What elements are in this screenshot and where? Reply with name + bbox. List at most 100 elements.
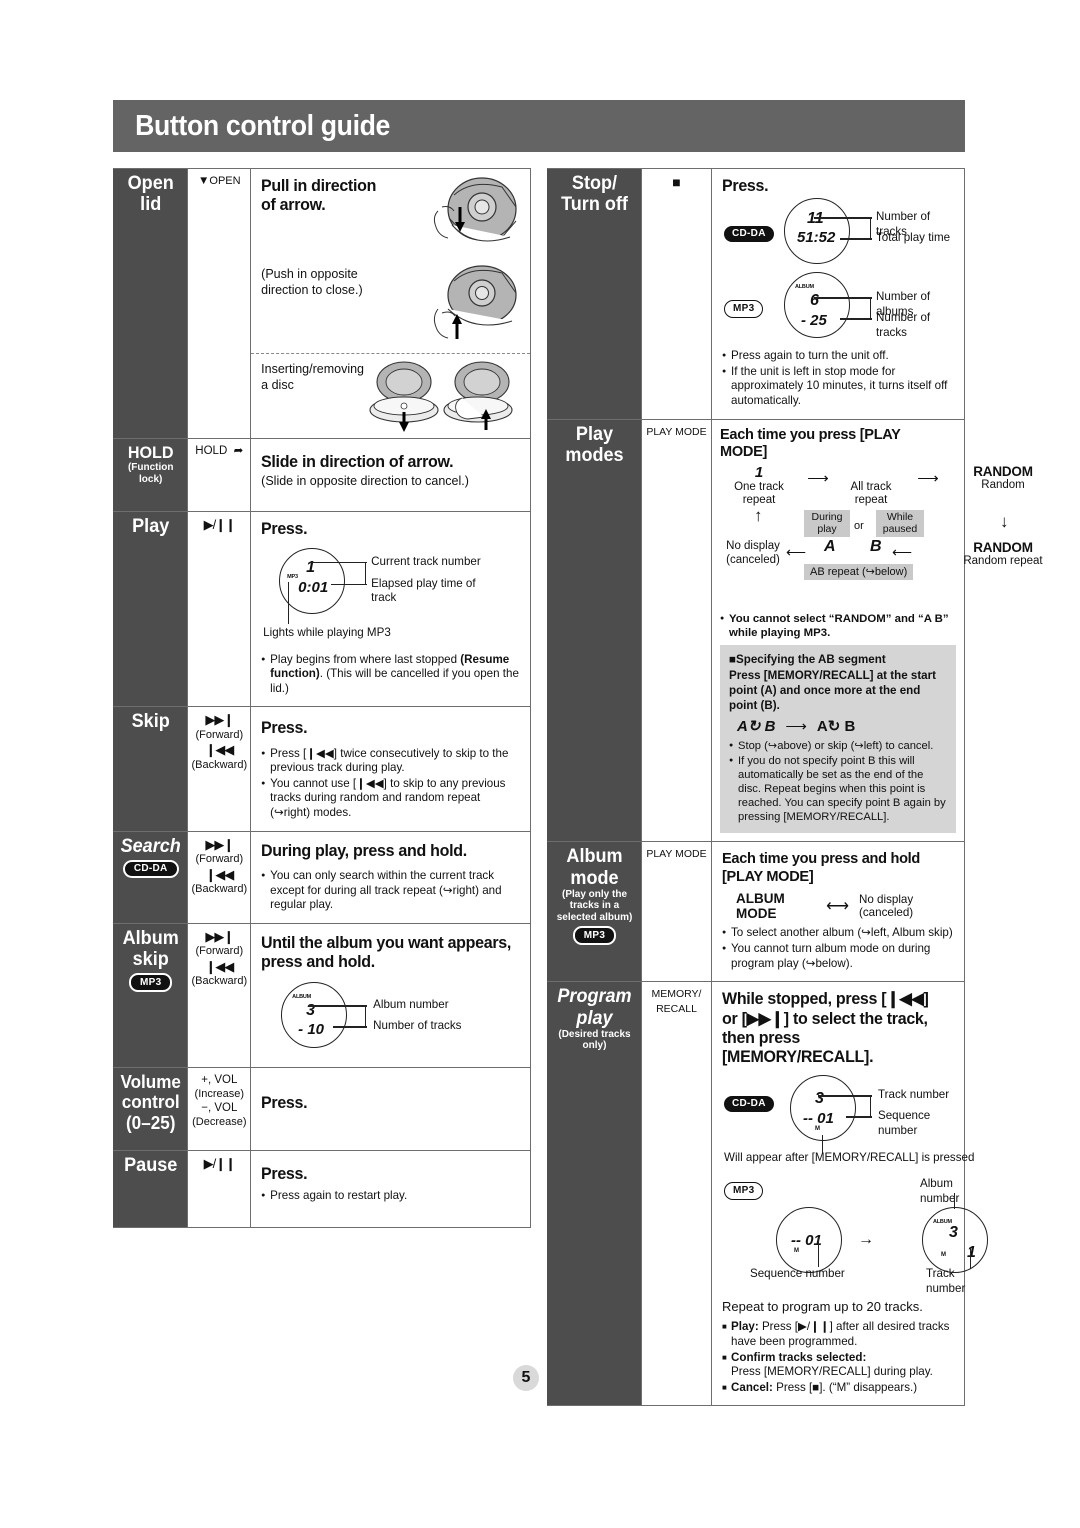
arrow-right-icon: ⟶ (807, 469, 829, 487)
button-cell-pause: ▶/❙❙ (187, 1149, 252, 1228)
volume-decrease-label: −, VOL (201, 1102, 238, 1115)
right-column: Stop/ Turn off ■ Press. CD-DA 11 51:52 N… (547, 168, 1043, 1407)
label-text: Search (120, 835, 181, 857)
content-play: Press. MP3 1 0:01 Current track number E… (250, 511, 531, 708)
table-row: HOLD (Function lock) HOLD ➦ Slide in dir… (112, 437, 531, 513)
random-bottom-symbol: RANDOM (973, 539, 1033, 555)
note-item: If you do not specify point B this will … (729, 754, 948, 825)
table-row: Open lid ▼OPEN Pull in direction of arro… (112, 168, 531, 439)
table-row: Album mode (Play only the tracks in a se… (547, 841, 965, 983)
heading: While stopped, press [❙◀◀] or [▶▶❙] to s… (722, 990, 929, 1067)
heading: Press. (261, 1094, 308, 1113)
label-sublabel: (Function lock) (127, 462, 174, 485)
notes-list-play-modes: You cannot select “RANDOM” and “A B” whi… (720, 612, 956, 641)
image-caption: Inserting/removing a disc (261, 362, 364, 392)
while-paused-box: While paused (876, 509, 924, 538)
album-indicator: ALBUM (795, 284, 814, 291)
forward-note: (Forward) (195, 852, 244, 865)
note-item: Cancel: Press [■]. (“M” disappears.) (722, 1381, 955, 1396)
notes-list-pause: Press again to restart play. (261, 1189, 521, 1204)
row-label-open-lid: Open lid (112, 168, 189, 439)
notes-list-skip: Press [❙◀◀] twice consecutively to skip … (261, 747, 521, 821)
ab-diagram-right: A↻ B (816, 717, 856, 735)
cd-da-badge: CD-DA (724, 1096, 774, 1113)
search-forward-icon: ▶▶❙ (205, 836, 234, 852)
stop-icon: ■ (672, 174, 681, 190)
row-label-skip: Skip (112, 706, 189, 832)
label-sublabel: (Play only the tracks in a selected albu… (556, 888, 633, 923)
right-table: Stop/ Turn off ■ Press. CD-DA 11 51:52 N… (547, 168, 1043, 1407)
label-text: Skip (131, 711, 170, 733)
note-item: Play: Press [▶/❙❙] after all desired tra… (722, 1320, 955, 1349)
sequence-number-value: -- 01 (803, 1110, 834, 1128)
display-circle-program-mp3-seq: -- 01 M (776, 1207, 842, 1274)
label-text: Album skip (122, 927, 179, 970)
table-row: Album skip MP3 ▶▶❙ (Forward) ❙◀◀ (Backwa… (112, 922, 531, 1069)
arrow-right-icon: ⟶ (917, 469, 939, 487)
play-mode-flow-diagram: 1 One track repeat ⟶ All track repeat ⟶ … (720, 464, 1043, 612)
display-circle-album: ALBUM 3 - 10 (281, 982, 348, 1049)
row-label-play-modes: Play modes (547, 418, 642, 843)
button-label: MEMORY/ RECALL (651, 988, 702, 1015)
volume-increase-label: +, VOL (201, 1074, 238, 1087)
button-cell-play-modes: PLAY MODE (641, 418, 712, 843)
display-circle-program-mp3-track: ALBUM 3 1 M (922, 1207, 988, 1274)
table-row: Play modes PLAY MODE Each time you press… (547, 418, 1043, 843)
content-stop: Press. CD-DA 11 51:52 Number of tracks T… (711, 168, 965, 420)
disc-player-pull-illustration (424, 177, 524, 263)
label-text: HOLD (127, 443, 174, 462)
backward-note: (Backward) (191, 758, 248, 771)
arrow-left-right-icon: ⟷ (826, 898, 850, 916)
content-volume: Press. (250, 1067, 531, 1151)
row-label-search: Search CD-DA (112, 830, 189, 924)
content-skip: Press. Press [❙◀◀] twice consecutively t… (250, 706, 531, 832)
mp3-badge: MP3 (724, 300, 764, 319)
mp3-badge: MP3 (724, 1182, 764, 1201)
random-bottom-label: Random repeat (963, 555, 1043, 568)
album-backward-icon: ❙◀◀ (205, 958, 234, 974)
table-row: Stop/ Turn off ■ Press. CD-DA 11 51:52 N… (547, 168, 965, 420)
mp3-badge: MP3 (128, 973, 173, 992)
album-mode-toggle-right: No display (canceled) (859, 892, 914, 920)
row-label-stop: Stop/ Turn off (547, 168, 642, 420)
note-item: Press again to restart play. (261, 1189, 521, 1204)
callout-total-play-time: Total play time (876, 231, 951, 245)
row-label-album-skip: Album skip MP3 (112, 922, 189, 1069)
forward-note: (Forward) (195, 728, 244, 741)
page-header: Button control guide (113, 100, 965, 152)
note-item: You cannot use [❙◀◀] to skip to any prev… (261, 777, 521, 821)
track-count-value: 11 (807, 210, 824, 228)
button-label: PLAY MODE (646, 425, 707, 438)
row-label-album-mode: Album mode (Play only the tracks in a se… (547, 841, 642, 983)
backward-note: (Backward) (191, 974, 248, 987)
callout-sequence-number: Sequence number (878, 1109, 931, 1138)
album-indicator: ALBUM (292, 994, 312, 1001)
heading: Press. (261, 520, 308, 539)
sub-line: (Slide in opposite direction to cancel.) (261, 474, 469, 489)
button-cell-search: ▶▶❙ (Forward) ❙◀◀ (Backward) (187, 830, 252, 924)
button-cell-volume: +, VOL (Increase) −, VOL (Decrease) (187, 1067, 252, 1151)
button-cell-skip: ▶▶❙ (Forward) ❙◀◀ (Backward) (187, 706, 252, 832)
table-row: Program play (Desired tracks only) MEMOR… (547, 981, 988, 1407)
label-sublabel: (Desired tracks only) (558, 1028, 631, 1052)
page-number: 5 (513, 1365, 539, 1391)
row-label-hold: HOLD (Function lock) (112, 437, 189, 513)
inserting-removing-disc-illustration (364, 360, 524, 432)
heading: Each time you press and hold [PLAY MODE] (722, 850, 921, 885)
random-top-label: Random (981, 479, 1025, 492)
callout-track-number: Track number (926, 1267, 966, 1296)
button-cell-album-skip: ▶▶❙ (Forward) ❙◀◀ (Backward) (187, 922, 252, 1069)
table-row: Skip ▶▶❙ (Forward) ❙◀◀ (Backward) Press.… (112, 706, 531, 832)
button-label: OPEN (209, 175, 241, 187)
memory-indicator: M (941, 1252, 946, 1259)
button-cell-hold: HOLD ➦ (187, 437, 252, 513)
track-number-value: 3 (815, 1090, 824, 1108)
b-point-symbol: B (870, 537, 882, 555)
button-cell-play: ▶/❙❙ (187, 511, 252, 708)
table-row: Pause ▶/❙❙ Press. Press again to restart… (112, 1149, 531, 1228)
callout-mp3-lights: Lights while playing MP3 (263, 625, 391, 639)
button-cell-program-play: MEMORY/ RECALL (641, 981, 712, 1407)
cd-da-badge: CD-DA (724, 226, 774, 243)
heading: During play, press and hold. (261, 841, 468, 860)
or-label: or (854, 519, 864, 532)
